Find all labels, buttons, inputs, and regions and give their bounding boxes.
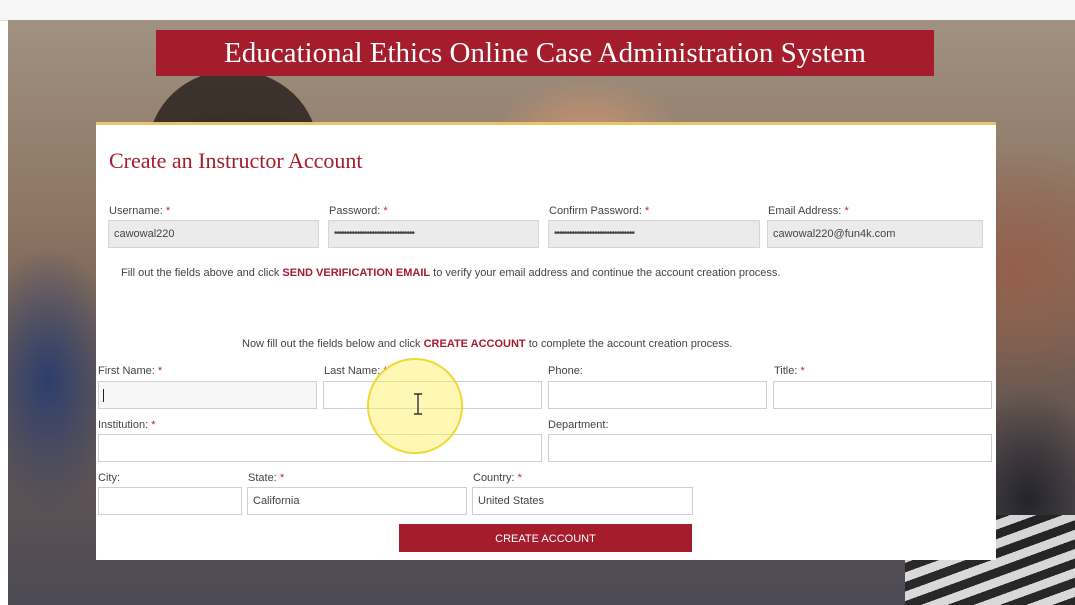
required-marker: * (383, 205, 388, 217)
last-name-label-text: Last Name: (324, 365, 381, 377)
verify-note-before: Fill out the fields above and click (121, 267, 283, 279)
city-label-text: City: (98, 472, 120, 484)
form-heading: Create an Instructor Account (109, 148, 363, 173)
browser-top-strip (0, 0, 1075, 21)
email-label-text: Email Address: (768, 205, 842, 217)
password-label: Password: * (329, 205, 388, 217)
required-marker: * (165, 205, 171, 217)
create-account-card: Create an Instructor Account Username: *… (96, 122, 996, 560)
required-marker: * (800, 365, 805, 377)
country-label-text: Country: (473, 472, 515, 484)
last-name-label: Last Name: * (324, 365, 388, 377)
country-field[interactable]: United States (472, 487, 693, 515)
verify-note-after: to verify your email address and continu… (430, 267, 781, 279)
institution-label: Institution: * (98, 419, 155, 431)
verify-instructions: Fill out the fields above and click SEND… (121, 267, 780, 279)
first-name-label-text: First Name: (98, 365, 155, 377)
create-instructions: Now fill out the fields below and click … (242, 338, 732, 350)
last-name-field[interactable] (323, 381, 542, 409)
confirm-password-label: Confirm Password: * (549, 205, 649, 217)
institution-field[interactable] (98, 434, 542, 462)
phone-label: Phone: (548, 365, 583, 377)
title-label: Title: * (774, 365, 805, 377)
email-field[interactable]: cawowal220@fun4k.com (767, 220, 983, 248)
confirm-password-field[interactable]: •••••••••••••••••••••••••••••••• (548, 220, 760, 248)
required-marker: * (383, 365, 388, 377)
first-name-field[interactable] (98, 381, 317, 409)
institution-label-text: Institution: (98, 419, 149, 431)
city-field[interactable] (98, 487, 242, 515)
site-title-banner: Educational Ethics Online Case Administr… (156, 30, 934, 76)
password-label-text: Password: (329, 205, 381, 217)
required-marker: * (157, 365, 163, 377)
verify-note-action: SEND VERIFICATION EMAIL (282, 267, 431, 279)
required-marker: * (151, 419, 156, 431)
department-field[interactable] (548, 434, 992, 462)
required-marker: * (517, 472, 522, 484)
create-note-before: Now fill out the fields below and click (242, 338, 424, 350)
password-field[interactable]: •••••••••••••••••••••••••••••••• (328, 220, 539, 248)
create-account-button[interactable]: CREATE ACCOUNT (399, 524, 692, 552)
required-marker: * (844, 205, 849, 217)
username-label-text: Username: (109, 205, 163, 217)
state-label: State: * (248, 472, 284, 484)
required-marker: * (644, 205, 650, 217)
title-field[interactable] (773, 381, 992, 409)
department-label: Department: (548, 419, 609, 431)
create-note-action: CREATE ACCOUNT (423, 338, 526, 350)
title-label-text: Title: (774, 365, 798, 377)
username-field[interactable]: cawowal220 (108, 220, 319, 248)
city-label: City: (98, 472, 120, 484)
username-label: Username: * (109, 205, 170, 217)
state-field[interactable]: California (247, 487, 467, 515)
state-label-text: State: (248, 472, 277, 484)
country-label: Country: * (473, 472, 522, 484)
required-marker: * (279, 472, 285, 484)
email-label: Email Address: * (768, 205, 849, 217)
create-note-after: to complete the account creation process… (525, 338, 733, 350)
first-name-label: First Name: * (98, 365, 162, 377)
confirm-password-label-text: Confirm Password: (549, 205, 642, 217)
department-label-text: Department: (548, 419, 609, 431)
phone-field[interactable] (548, 381, 767, 409)
phone-label-text: Phone: (548, 365, 583, 377)
text-caret (103, 389, 104, 402)
